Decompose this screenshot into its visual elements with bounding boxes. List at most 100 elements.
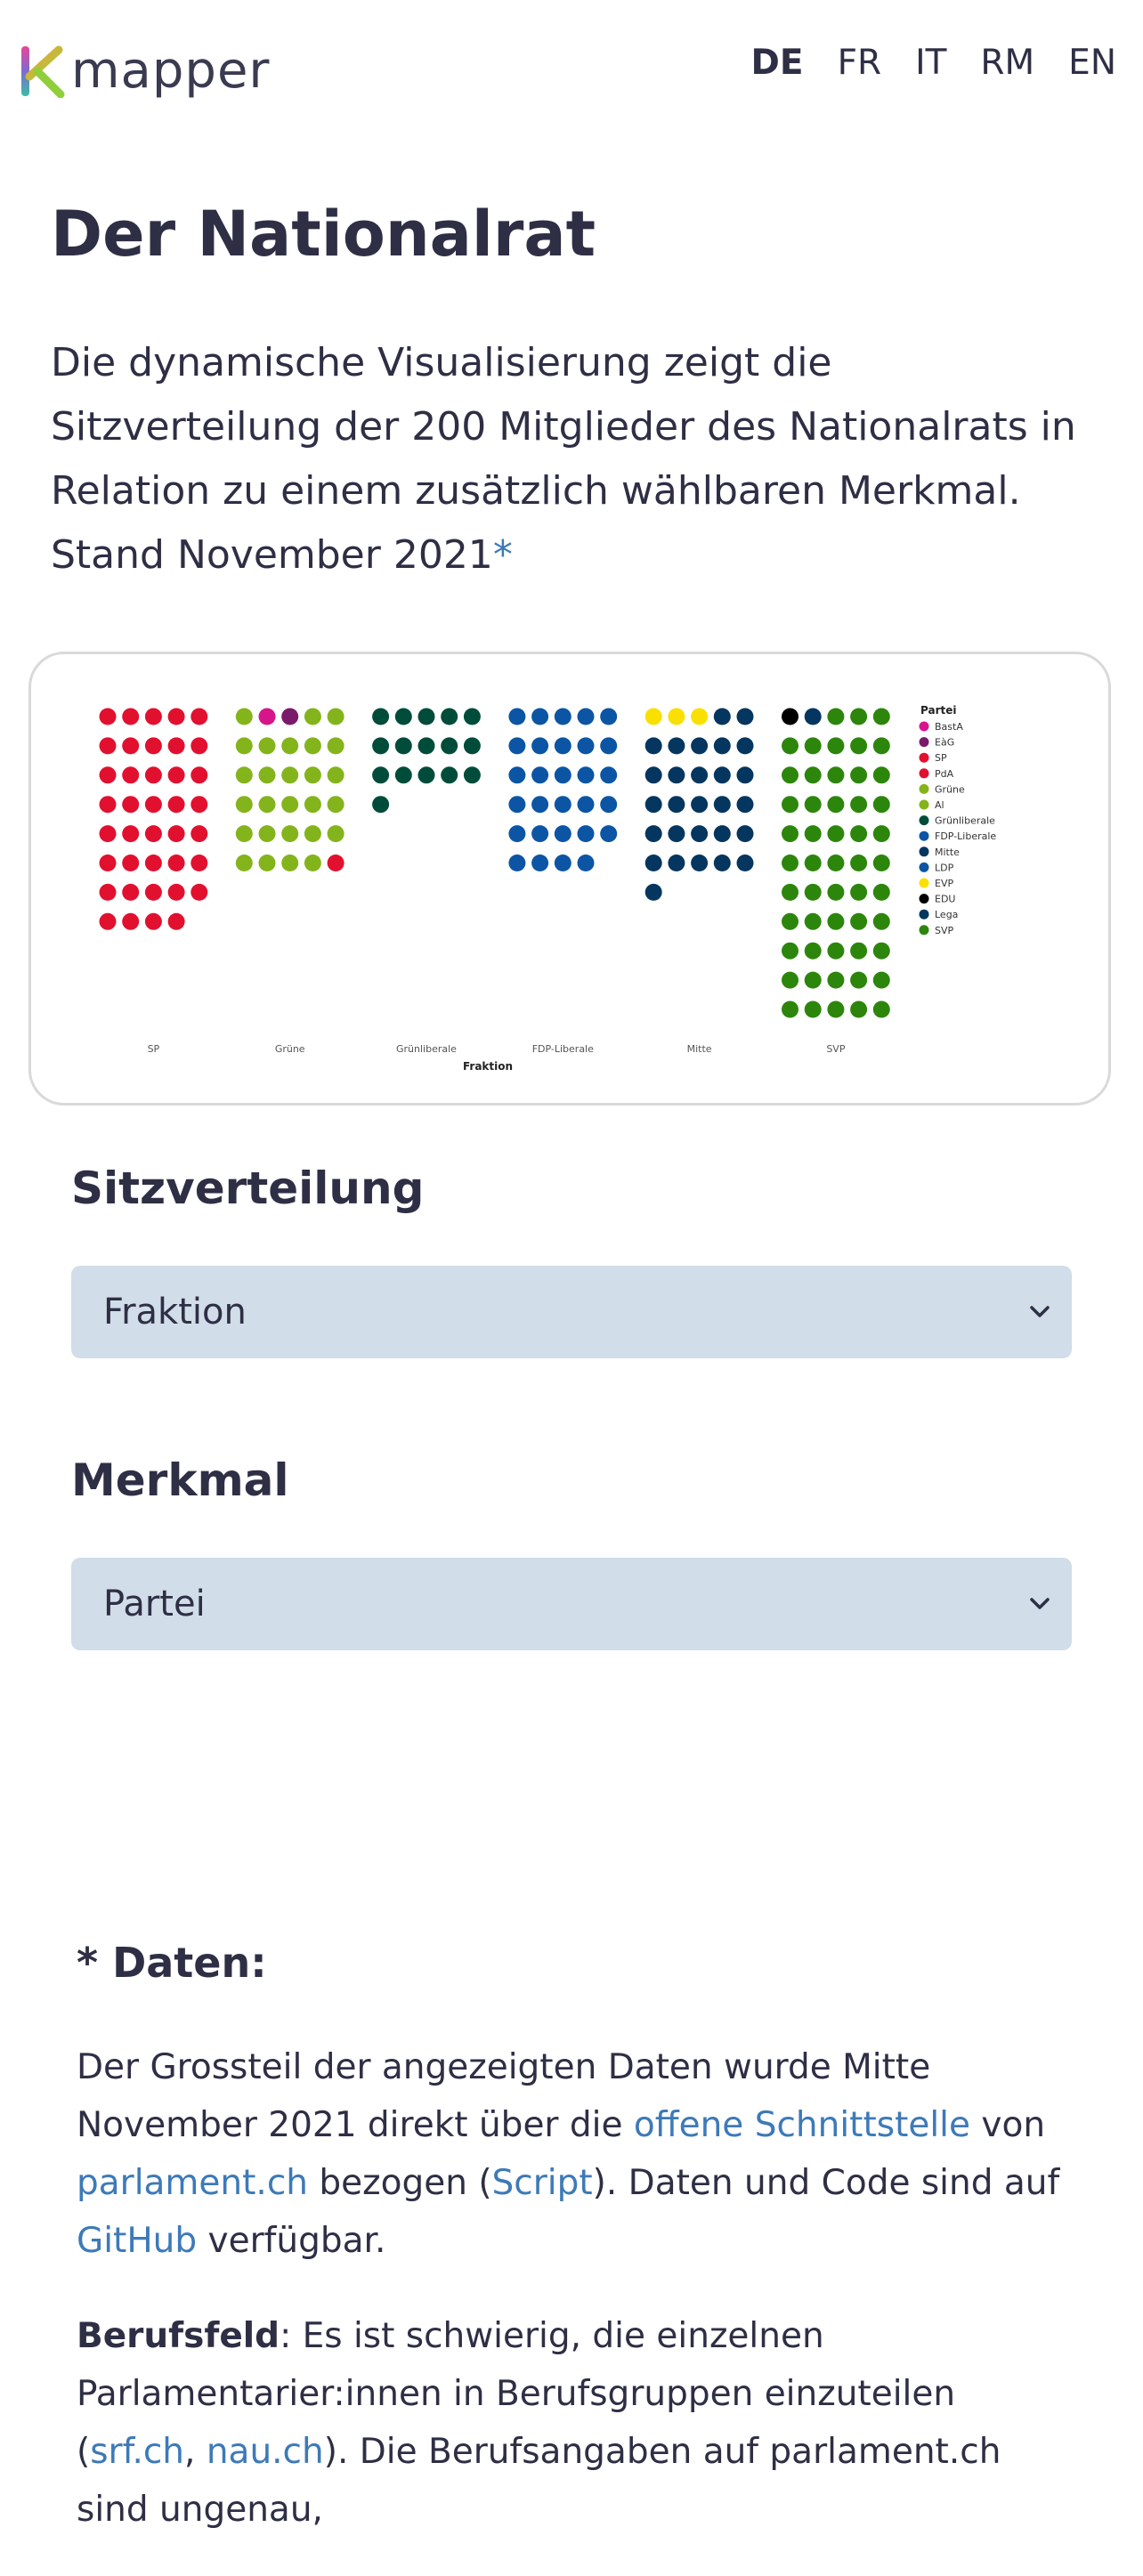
legend-entry: Grüne	[935, 783, 965, 795]
seat-dot-svp	[850, 971, 868, 989]
legend-swatch	[919, 799, 929, 810]
legend-swatch	[919, 737, 929, 748]
seat-dot-sp	[122, 766, 140, 784]
x-tick-label: Mitte	[687, 1043, 712, 1055]
seat-dot-grünliberale	[372, 737, 390, 755]
kmapper-logo[interactable]: mapper	[20, 36, 270, 107]
seat-dot-pda	[327, 855, 345, 871]
seat-dot-svp	[827, 883, 845, 901]
seat-dot-grüne	[258, 766, 276, 784]
seat-dot-svp	[804, 796, 822, 814]
seat-dot-grüne	[258, 796, 276, 814]
seat-dot-fdp-liberale	[531, 737, 549, 755]
seat-dot-svp	[872, 855, 890, 871]
lang-it[interactable]: IT	[915, 43, 946, 83]
text: verfügbar.	[197, 2221, 386, 2261]
seat-dot-svp	[872, 1000, 890, 1018]
data-notes-paragraph-1: Der Grossteil der angezeigten Daten wurd…	[77, 2038, 1074, 2270]
berufsfeld-label: Berufsfeld	[77, 2316, 280, 2356]
seat-dot-basta	[258, 708, 276, 725]
seat-dot-mitte	[644, 766, 662, 784]
seat-dot-sp	[190, 883, 208, 901]
seat-dot-grünliberale	[441, 766, 458, 784]
seat-dot-fdp-liberale	[531, 708, 549, 725]
seat-dot-svp	[850, 796, 868, 814]
seat-dot-mitte	[668, 796, 685, 814]
seat-dot-sp	[167, 912, 185, 930]
seat-dot-svp	[850, 766, 868, 784]
lang-de[interactable]: DE	[751, 43, 804, 83]
seat-dot-fdp-liberale	[600, 825, 618, 843]
seat-dot-svp	[804, 1000, 822, 1018]
lang-rm[interactable]: RM	[980, 43, 1034, 83]
legend-swatch	[919, 878, 929, 888]
feature-select[interactable]: Partei	[71, 1558, 1072, 1650]
parlament-link[interactable]: parlament.ch	[77, 2163, 308, 2203]
seat-dot-mitte	[713, 737, 731, 755]
seat-dot-svp	[782, 942, 798, 960]
seat-dot-svp	[782, 737, 798, 755]
seat-dot-svp	[850, 912, 868, 930]
seat-dot-sp	[167, 796, 185, 814]
seat-dot-fdp-liberale	[554, 708, 572, 725]
seat-dot-mitte	[668, 766, 685, 784]
seat-dot-mitte	[713, 825, 731, 843]
seat-dot-grüne	[304, 708, 321, 725]
seat-dot-svp	[782, 855, 798, 871]
legend-entry: SVP	[935, 925, 954, 936]
seat-dot-sp	[190, 737, 208, 755]
seat-dot-mitte	[644, 737, 662, 755]
seat-dot-sp	[167, 708, 185, 725]
seat-dot-fdp-liberale	[508, 708, 526, 725]
nau-link[interactable]: nau.ch	[207, 2432, 324, 2472]
srf-link[interactable]: srf.ch	[90, 2432, 184, 2472]
seat-dot-sp	[144, 825, 162, 843]
lang-fr[interactable]: FR	[838, 43, 882, 83]
seat-dot-sp	[99, 796, 117, 814]
legend-swatch	[919, 830, 929, 841]
seat-dot-fdp-liberale	[577, 855, 595, 871]
lang-en[interactable]: EN	[1068, 43, 1116, 83]
seat-dot-grüne	[327, 708, 345, 725]
seat-dot-mitte	[691, 766, 709, 784]
top-bar: mapper DE FR IT RM EN	[0, 0, 1143, 134]
script-link[interactable]: Script	[492, 2163, 593, 2203]
seat-dot-svp	[804, 971, 822, 989]
seat-dot-sp	[190, 708, 208, 725]
x-tick-label: FDP-Liberale	[532, 1043, 594, 1055]
seat-dot-sp	[144, 737, 162, 755]
legend-swatch	[919, 862, 929, 872]
legend-swatch	[919, 721, 929, 732]
logo-k-icon	[21, 45, 65, 98]
seat-dot-sp	[122, 796, 140, 814]
seat-dot-grüne	[304, 825, 321, 843]
seat-dot-grünliberale	[394, 737, 412, 755]
seat-dot-svp	[782, 971, 798, 989]
api-link[interactable]: offene Schnittstelle	[634, 2105, 970, 2145]
seat-dot-grünliberale	[463, 766, 481, 784]
data-footnote-link[interactable]: *	[493, 532, 513, 578]
seat-dot-sp	[144, 766, 162, 784]
legend-entry: EàG	[935, 737, 954, 749]
github-link[interactable]: GitHub	[77, 2221, 197, 2261]
legend-entry: Lega	[935, 909, 958, 920]
seat-dot-grüne	[304, 855, 321, 871]
seat-dot-sp	[190, 796, 208, 814]
seat-dot-grünliberale	[417, 708, 435, 725]
seat-dot-mitte	[644, 796, 662, 814]
seat-dot-grüne	[281, 855, 299, 871]
text: ,	[184, 2432, 207, 2472]
seat-dot-eàg	[281, 708, 299, 725]
seat-dot-svp	[827, 912, 845, 930]
seat-dot-mitte	[691, 825, 709, 843]
seat-dot-sp	[122, 883, 140, 901]
legend-entry: SP	[935, 752, 947, 764]
distribution-select[interactable]: Fraktion	[71, 1266, 1072, 1358]
seat-dot-sp	[99, 737, 117, 755]
seat-dot-sp	[144, 855, 162, 871]
seat-dot-fdp-liberale	[600, 796, 618, 814]
seat-dot-svp	[804, 737, 822, 755]
x-tick-label: SVP	[826, 1043, 846, 1055]
seat-dot-grüne	[281, 796, 299, 814]
seat-dot-svp	[850, 825, 868, 843]
